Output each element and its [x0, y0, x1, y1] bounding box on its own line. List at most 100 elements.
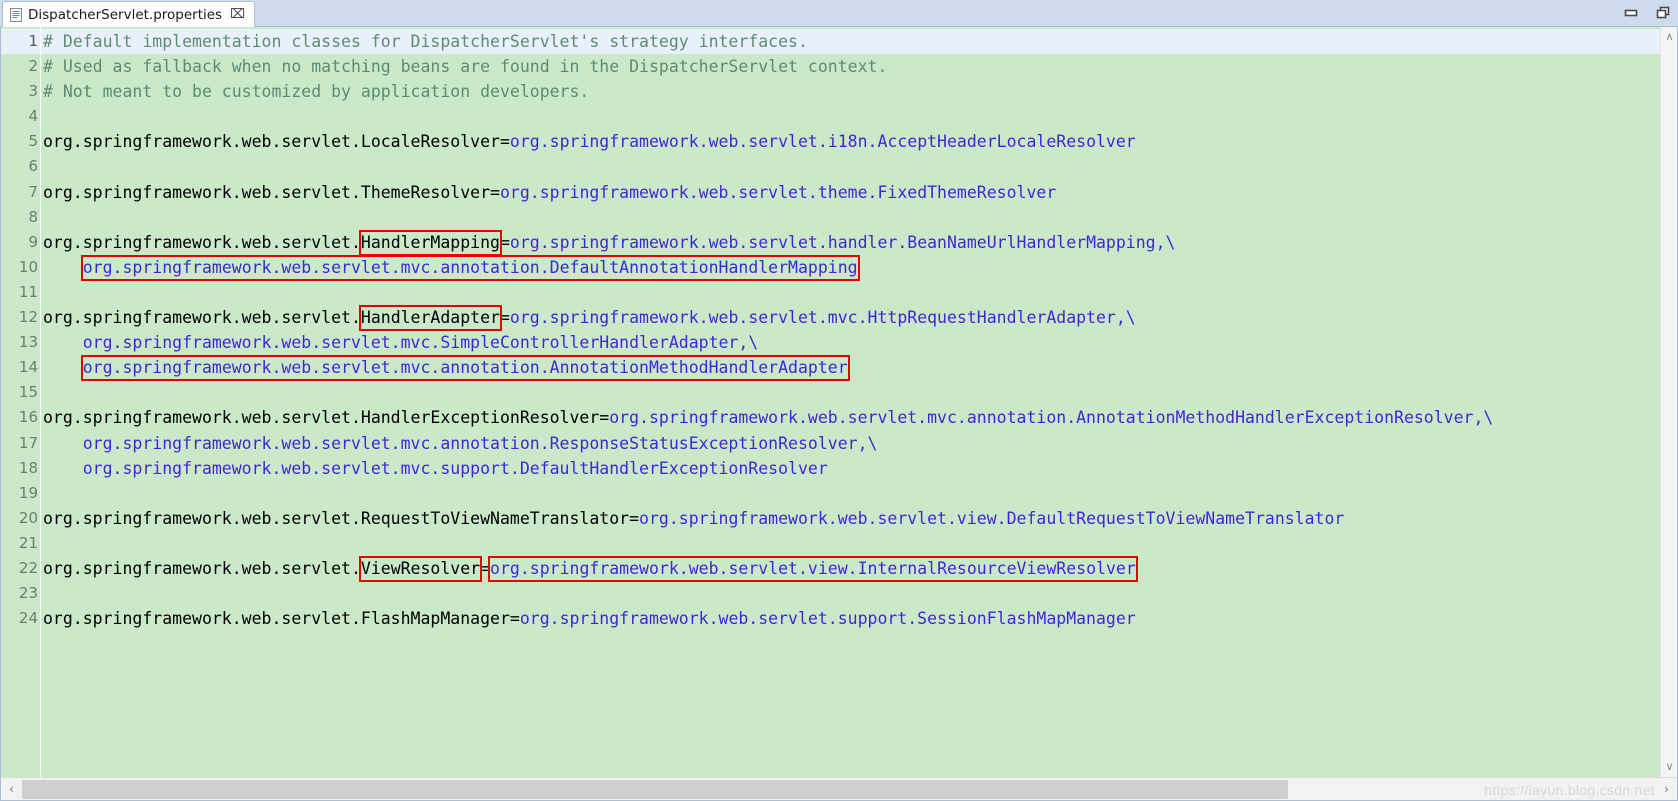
code-line[interactable]: [41, 380, 1677, 405]
line-number: 17: [18, 433, 38, 452]
line-number: 21: [18, 533, 38, 552]
line-number: 2: [28, 57, 38, 76]
token-key: org.springframework.web.servlet.HandlerE…: [43, 408, 600, 428]
code-line[interactable]: [41, 205, 1677, 230]
token-key: org.springframework.web.servlet.FlashMap…: [43, 609, 510, 629]
line-number: 13: [18, 333, 38, 352]
line-number: 18: [18, 458, 38, 477]
code-line[interactable]: # Default implementation classes for Dis…: [41, 29, 1677, 55]
horizontal-scroll-track[interactable]: [22, 779, 1656, 800]
code-line[interactable]: [41, 531, 1677, 556]
code-area[interactable]: # Default implementation classes for Dis…: [41, 27, 1677, 777]
code-line[interactable]: [41, 280, 1677, 305]
token-val: org.springframework.web.servlet.mvc.Simp…: [43, 333, 759, 353]
token-val: org.springframework.web.servlet.theme.Fi…: [499, 182, 1057, 202]
token-val: [43, 258, 83, 277]
token-val: org.springframework.web.servlet.mvc.anno…: [609, 408, 1494, 428]
annotation-highlight: org.springframework.web.servlet.view.Int…: [490, 558, 1136, 578]
token-key: org.springframework.web.servlet.LocaleRe…: [43, 132, 500, 152]
line-number: 23: [18, 584, 38, 603]
line-number: 24: [18, 609, 38, 628]
token-val: org.springframework.web.servlet.mvc.Http…: [509, 308, 1136, 328]
token-eq: =: [499, 308, 510, 328]
code-line[interactable]: org.springframework.web.servlet.mvc.Simp…: [41, 330, 1677, 355]
code-line[interactable]: # Not meant to be customized by applicat…: [41, 79, 1677, 104]
code-line[interactable]: org.springframework.web.servlet.FlashMap…: [41, 606, 1677, 631]
token-eq: =: [599, 408, 610, 428]
line-number: 6: [28, 157, 38, 176]
token-val: org.springframework.web.servlet.view.Def…: [639, 508, 1345, 528]
token-comment: # Not meant to be customized by applicat…: [43, 82, 590, 102]
token-eq: =: [480, 558, 491, 578]
line-number: 11: [18, 282, 38, 301]
code-line[interactable]: org.springframework.web.servlet.HandlerM…: [41, 230, 1677, 255]
annotation-highlight: HandlerMapping: [360, 232, 500, 252]
token-key: org.springframework.web.servlet.RequestT…: [43, 508, 630, 528]
code-line[interactable]: [41, 104, 1677, 129]
line-number: 3: [28, 82, 38, 101]
code-line[interactable]: # Used as fallback when no matching bean…: [41, 54, 1677, 79]
token-val: [43, 358, 83, 377]
token-key: org.springframework.web.servlet.: [43, 232, 361, 252]
token-eq: =: [499, 232, 510, 252]
annotation-highlight: org.springframework.web.servlet.mvc.anno…: [82, 358, 848, 378]
line-number: 1: [1, 29, 40, 55]
token-val: org.springframework.web.servlet.support.…: [519, 609, 1136, 629]
vertical-scrollbar[interactable]: ∧ ∨: [1660, 27, 1677, 777]
code-line[interactable]: [41, 154, 1677, 179]
horizontal-scrollbar[interactable]: ‹ › https://layun.blog.csdn.net: [1, 777, 1677, 800]
code-line[interactable]: org.springframework.web.servlet.RequestT…: [41, 506, 1677, 531]
code-line[interactable]: org.springframework.web.servlet.HandlerA…: [41, 305, 1677, 330]
code-line[interactable]: org.springframework.web.servlet.ThemeRes…: [41, 180, 1677, 205]
scroll-left-arrow-icon[interactable]: ‹: [1, 779, 22, 800]
line-number: 10: [18, 257, 38, 276]
line-number: 16: [18, 408, 38, 427]
editor-body[interactable]: 1 2 3 4 5 6 7 8 9 10 11 12 13 14 15 16 17 18 19 20 21 22 23 24 …: [1, 27, 1677, 777]
scroll-down-arrow-icon[interactable]: ∨: [1661, 759, 1677, 775]
code-line[interactable]: org.springframework.web.servlet.mvc.anno…: [41, 255, 1677, 280]
token-eq: =: [629, 508, 640, 528]
token-key: org.springframework.web.servlet.: [43, 308, 361, 328]
code-line[interactable]: [41, 481, 1677, 506]
code-line[interactable]: org.springframework.web.servlet.mvc.anno…: [41, 355, 1677, 380]
close-icon[interactable]: ⌧: [230, 8, 245, 21]
line-number: 4: [28, 107, 38, 126]
token-key: org.springframework.web.servlet.: [43, 558, 361, 578]
editor-window: DispatcherServlet.properties ⌧ 123456789…: [0, 0, 1678, 801]
tab-label: DispatcherServlet.properties: [28, 6, 223, 23]
line-number: 15: [18, 383, 38, 402]
code-line[interactable]: org.springframework.web.servlet.HandlerE…: [41, 405, 1677, 430]
minimize-icon[interactable]: [1624, 4, 1638, 23]
token-eq: =: [499, 132, 510, 152]
tab-dispatcherservlet-properties[interactable]: DispatcherServlet.properties ⌧: [2, 1, 256, 27]
line-number: 8: [28, 207, 38, 226]
scroll-right-arrow-icon[interactable]: ›: [1656, 779, 1677, 800]
line-number-gutter: 1 2 3 4 5 6 7 8 9 10 11 12 13 14 15 16 17 18 19 20 21 22 23 24: [1, 27, 41, 777]
token-eq: =: [509, 609, 520, 629]
token-comment: # Default implementation classes for Dis…: [43, 32, 808, 51]
code-line[interactable]: org.springframework.web.servlet.mvc.supp…: [41, 456, 1677, 481]
token-val: org.springframework.web.servlet.handler.…: [509, 232, 1176, 252]
token-comment: # Used as fallback when no matching bean…: [43, 57, 888, 77]
token-val: org.springframework.web.servlet.i18n.Acc…: [509, 132, 1136, 152]
token-eq: =: [490, 182, 500, 202]
code-line[interactable]: [41, 581, 1677, 606]
code-line[interactable]: org.springframework.web.servlet.mvc.anno…: [41, 431, 1677, 456]
line-number: 7: [28, 182, 38, 201]
file-properties-icon: [10, 7, 22, 22]
line-number: 19: [18, 483, 38, 502]
scroll-up-arrow-icon[interactable]: ∧: [1661, 29, 1677, 45]
annotation-highlight: ViewResolver: [360, 558, 481, 578]
editor-frame: 1 2 3 4 5 6 7 8 9 10 11 12 13 14 15 16 17 18 19 20 21 22 23 24 …: [0, 27, 1678, 801]
token-val: org.springframework.web.servlet.mvc.anno…: [43, 433, 878, 453]
code-line[interactable]: org.springframework.web.servlet.ViewReso…: [41, 556, 1677, 581]
horizontal-scroll-thumb[interactable]: [22, 779, 1289, 799]
maximize-restore-icon[interactable]: [1656, 4, 1670, 23]
token-key: org.springframework.web.servlet.ThemeRes…: [43, 182, 491, 202]
token-val: org.springframework.web.servlet.mvc.supp…: [43, 458, 828, 478]
code-line[interactable]: org.springframework.web.servlet.LocaleRe…: [41, 129, 1677, 154]
annotation-highlight: org.springframework.web.servlet.mvc.anno…: [82, 257, 858, 277]
window-controls: [1624, 0, 1670, 27]
tab-bar: DispatcherServlet.properties ⌧: [0, 0, 1678, 27]
line-number: 22: [18, 558, 38, 577]
